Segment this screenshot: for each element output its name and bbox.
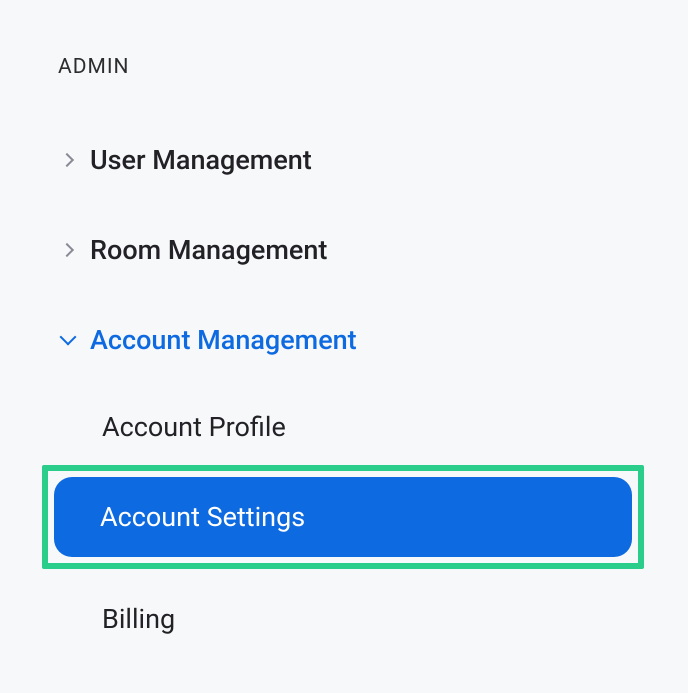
chevron-right-icon (50, 245, 78, 255)
nav-item-label: Account Management (78, 324, 357, 356)
nav-item-label: Room Management (78, 234, 327, 266)
admin-section-header: ADMIN (50, 55, 638, 79)
highlight-indicator: Account Settings (42, 465, 644, 569)
subnav-item-billing[interactable]: Billing (50, 581, 638, 657)
nav-item-account-management[interactable]: Account Management (50, 314, 638, 366)
subnav-item-account-profile[interactable]: Account Profile (50, 389, 638, 465)
subnav-item-account-settings[interactable]: Account Settings (54, 477, 632, 557)
admin-nav-list: User Management Room Management Account … (50, 134, 638, 657)
nav-item-label: User Management (78, 144, 312, 176)
chevron-down-icon (50, 337, 78, 343)
chevron-right-icon (50, 155, 78, 165)
account-management-subnav: Account Profile Account Settings Billing (50, 389, 638, 657)
nav-item-room-management[interactable]: Room Management (50, 224, 638, 276)
nav-item-user-management[interactable]: User Management (50, 134, 638, 186)
